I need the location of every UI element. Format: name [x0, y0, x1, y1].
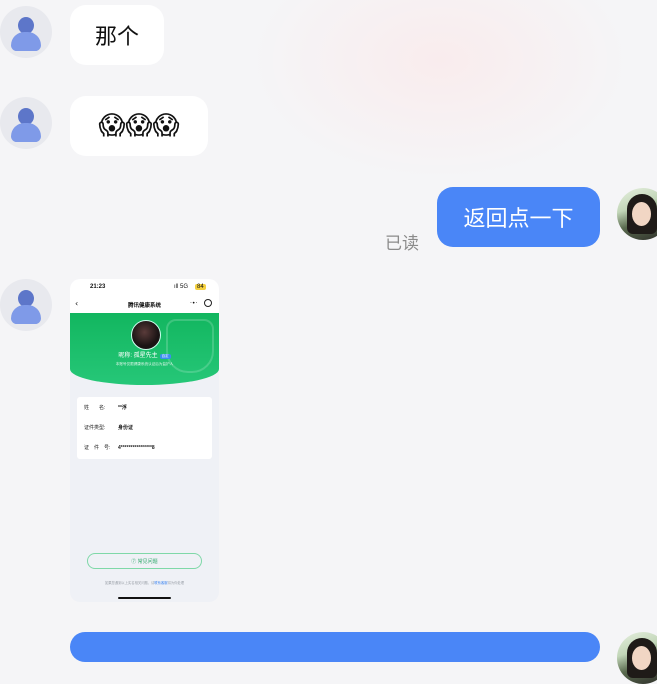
profile-avatar: [131, 320, 161, 350]
info-label: 证 件 号:: [84, 445, 111, 451]
info-label: 证件类型:: [84, 425, 106, 431]
read-receipt: 已读: [385, 234, 419, 254]
avatar-face: [632, 202, 651, 226]
nickname: 昵称: 孤星先主 自定: [70, 350, 219, 359]
message-text: 那个: [94, 25, 139, 50]
footer-text: 如果您遇到以上实名相关问题，请: [104, 581, 155, 585]
identity-info-card: 姓 名: **浮 证件类型: 身份证 证 件 号: 4****************…: [77, 397, 212, 459]
profile-banner: 昵称: 孤星先主 自定 本账号仅限健康系统认证后为监护人: [70, 313, 219, 385]
footer-link: 联系客服: [154, 581, 168, 585]
close-icon: [204, 299, 212, 307]
status-time: 21:23: [90, 284, 106, 290]
info-label: 姓 名:: [84, 405, 106, 411]
my-avatar[interactable]: [617, 188, 657, 240]
screenshot-footer: 如果您遇到以上实名相关问题，请联系客服将为你处理: [70, 580, 219, 585]
message-bubble-outgoing-partial[interactable]: [70, 632, 600, 662]
footer-tail: 将为你处理: [167, 581, 185, 585]
contact-avatar[interactable]: [0, 97, 52, 149]
nickname-text: 昵称: 孤星先主: [118, 353, 158, 359]
more-icon: ·•·: [190, 300, 198, 307]
faq-button: ⑦ 常见问题: [87, 553, 202, 569]
screenshot-nav-bar: ‹ 腾讯健康系统 ·•·: [70, 297, 219, 313]
avatar-body: [11, 305, 41, 324]
home-indicator: [118, 597, 171, 599]
info-value: 4****************8: [118, 445, 155, 451]
contact-avatar[interactable]: [0, 279, 52, 331]
message-emoji-text: 😱😱😱: [98, 111, 180, 141]
avatar-body: [11, 32, 41, 51]
signal-icon: ıll 5G: [174, 284, 189, 290]
screenshot-status-bar: 21:23 ıll 5G 84: [70, 279, 219, 297]
message-text: 返回点一下: [463, 207, 574, 232]
info-row-id-number: 证 件 号: 4****************8: [84, 444, 155, 451]
my-avatar[interactable]: [617, 632, 657, 684]
background-glow: [250, 0, 630, 180]
info-row-id-type: 证件类型: 身份证: [84, 424, 133, 431]
banner-subtitle: 本账号仅限健康系统认证后为监护人: [115, 362, 174, 366]
image-message-screenshot[interactable]: 21:23 ıll 5G 84 ‹ 腾讯健康系统 ·•· 昵称: 孤星先主 自定 …: [70, 279, 219, 602]
info-value: 身份证: [118, 425, 134, 431]
message-bubble-outgoing[interactable]: 返回点一下: [437, 187, 600, 247]
info-value: **浮: [118, 405, 127, 411]
avatar-body: [11, 123, 41, 142]
battery-icon: 84: [195, 284, 206, 290]
message-bubble-incoming[interactable]: 😱😱😱: [70, 96, 208, 156]
avatar-face: [632, 646, 651, 670]
info-row-name: 姓 名: **浮: [84, 404, 127, 411]
nickname-tag: 自定: [159, 354, 171, 359]
message-bubble-incoming[interactable]: 那个: [70, 5, 164, 65]
contact-avatar[interactable]: [0, 6, 52, 58]
